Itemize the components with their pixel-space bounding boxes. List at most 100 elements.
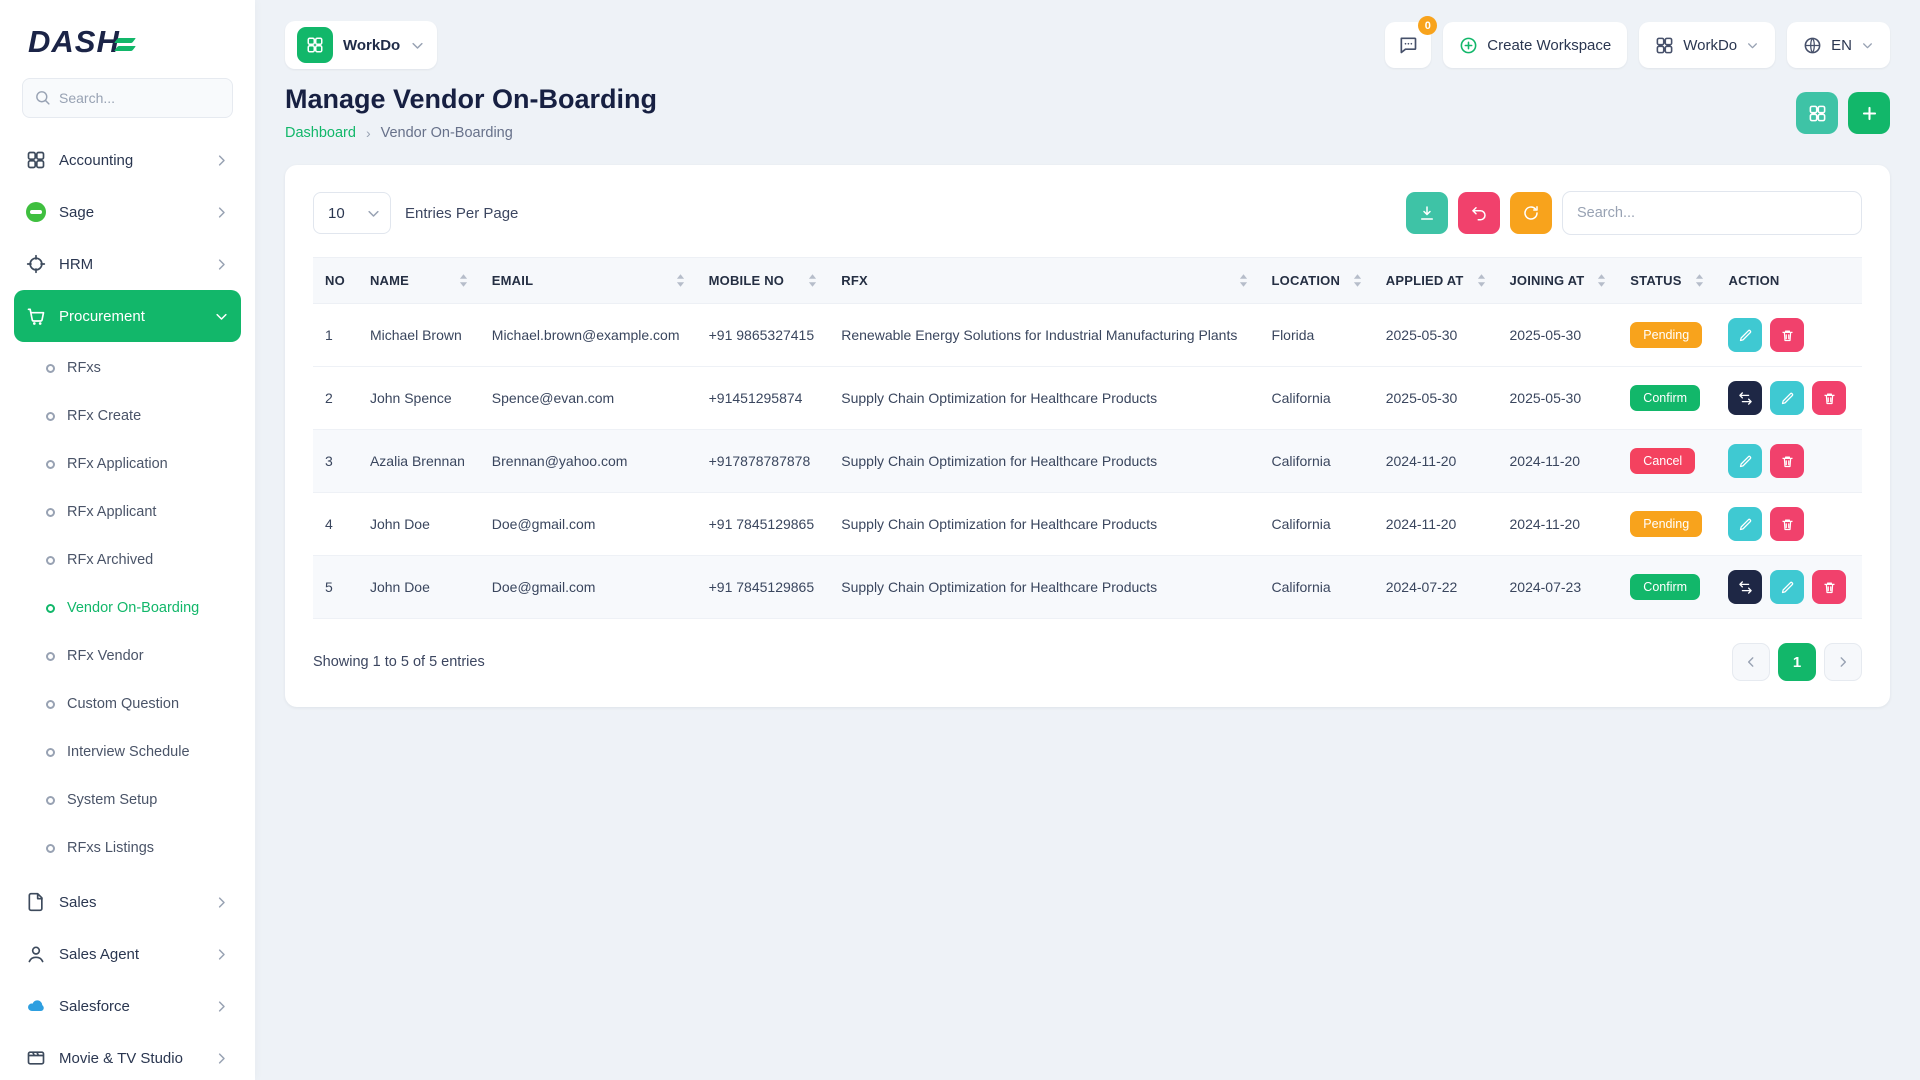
sidebar-subitem-rfxs-listings[interactable]: RFxs Listings <box>14 824 241 872</box>
sort-icon <box>1597 274 1606 287</box>
entries-per-page-label: Entries Per Page <box>405 205 518 222</box>
sidebar-item-movie-tv-studio[interactable]: Movie & TV Studio <box>14 1032 241 1080</box>
breadcrumb-current: Vendor On-Boarding <box>381 125 513 141</box>
column-header-name[interactable]: NAME <box>358 258 480 304</box>
sidebar-search-input[interactable] <box>22 78 233 118</box>
language-dropdown[interactable]: EN <box>1787 22 1890 68</box>
cell-location: California <box>1260 430 1374 493</box>
sidebar-item-salesforce[interactable]: Salesforce <box>14 980 241 1032</box>
delete-button[interactable] <box>1812 570 1846 604</box>
table-search-input[interactable] <box>1562 191 1862 235</box>
reset-button[interactable] <box>1458 192 1500 234</box>
delete-button[interactable] <box>1812 381 1846 415</box>
circle-icon <box>46 796 55 805</box>
sidebar-item-sales-agent[interactable]: Sales Agent <box>14 928 241 980</box>
salesforce-cloud-icon <box>26 996 46 1016</box>
sidebar-item-label: Movie & TV Studio <box>59 1050 201 1067</box>
swap-status-button[interactable] <box>1728 570 1762 604</box>
sidebar-item-label: Sage <box>59 204 201 221</box>
sidebar-subitem-rfxs[interactable]: RFxs <box>14 344 241 392</box>
sidebar: DASH Accounting Sage HRM Procurement RFx… <box>0 0 255 1080</box>
top-header: WorkDo 0 Create Workspace WorkDo EN <box>285 16 1890 74</box>
undo-icon <box>1470 204 1488 222</box>
column-header-applied-at[interactable]: APPLIED AT <box>1374 258 1498 304</box>
sidebar-item-label: Salesforce <box>59 998 201 1015</box>
pencil-icon <box>1738 328 1753 343</box>
chevron-left-icon <box>1744 655 1758 669</box>
cell-email: Doe@gmail.com <box>480 556 697 619</box>
edit-button[interactable] <box>1770 570 1804 604</box>
sidebar-item-label: HRM <box>59 256 201 273</box>
edit-button[interactable] <box>1728 444 1762 478</box>
apps-dropdown[interactable]: WorkDo <box>1639 22 1775 68</box>
column-header-rfx[interactable]: RFX <box>829 258 1259 304</box>
sidebar-item-sage[interactable]: Sage <box>14 186 241 238</box>
add-vendor-button[interactable] <box>1848 92 1890 134</box>
cell-email: Spence@evan.com <box>480 367 697 430</box>
workspace-selector[interactable]: WorkDo <box>285 21 437 69</box>
breadcrumb-dashboard-link[interactable]: Dashboard <box>285 125 356 141</box>
column-label: STATUS <box>1630 273 1681 288</box>
sidebar-subitem-custom-question[interactable]: Custom Question <box>14 680 241 728</box>
column-header-no[interactable]: NO <box>313 258 358 304</box>
sidebar-item-hrm[interactable]: HRM <box>14 238 241 290</box>
sidebar-item-accounting[interactable]: Accounting <box>14 134 241 186</box>
sidebar-subitem-rfx-applicant[interactable]: RFx Applicant <box>14 488 241 536</box>
sidebar-search <box>22 78 233 118</box>
sidebar-subitem-rfx-vendor[interactable]: RFx Vendor <box>14 632 241 680</box>
edit-button[interactable] <box>1728 507 1762 541</box>
table-footer: Showing 1 to 5 of 5 entries 1 <box>313 643 1862 681</box>
entries-per-page-select[interactable]: 10 <box>313 192 391 234</box>
sidebar-item-procurement[interactable]: Procurement <box>14 290 241 342</box>
sidebar-subitem-interview-schedule[interactable]: Interview Schedule <box>14 728 241 776</box>
column-header-email[interactable]: EMAIL <box>480 258 697 304</box>
table-row: 2 John Spence Spence@evan.com +914512958… <box>313 367 1862 430</box>
column-header-mobile[interactable]: MOBILE NO <box>697 258 830 304</box>
subitem-label: RFx Applicant <box>67 504 156 520</box>
swap-icon <box>1738 580 1753 595</box>
reload-button[interactable] <box>1510 192 1552 234</box>
swap-status-button[interactable] <box>1728 381 1762 415</box>
trash-icon <box>1822 391 1837 406</box>
breadcrumb: Dashboard › Vendor On-Boarding <box>285 125 657 141</box>
export-button[interactable] <box>1406 192 1448 234</box>
subitem-label: RFxs Listings <box>67 840 154 856</box>
cell-applied-at: 2024-11-20 <box>1374 430 1498 493</box>
grid-view-button[interactable] <box>1796 92 1838 134</box>
create-workspace-button[interactable]: Create Workspace <box>1443 22 1627 68</box>
delete-button[interactable] <box>1770 318 1804 352</box>
vendor-table-card: 10 Entries Per Page NO NAME EMAIL MOB <box>285 165 1890 707</box>
cell-applied-at: 2025-05-30 <box>1374 367 1498 430</box>
pencil-icon <box>1738 517 1753 532</box>
header-actions: 0 Create Workspace WorkDo EN <box>1385 22 1890 68</box>
sidebar-subitem-rfx-create[interactable]: RFx Create <box>14 392 241 440</box>
messages-button[interactable]: 0 <box>1385 22 1431 68</box>
sidebar-subitem-system-setup[interactable]: System Setup <box>14 776 241 824</box>
column-header-joining-at[interactable]: JOINING AT <box>1498 258 1619 304</box>
pagination-next-button[interactable] <box>1824 643 1862 681</box>
pagination: 1 <box>1732 643 1862 681</box>
cell-no: 3 <box>313 430 358 493</box>
column-header-status[interactable]: STATUS <box>1618 258 1716 304</box>
edit-button[interactable] <box>1770 381 1804 415</box>
status-badge: Confirm <box>1630 385 1700 411</box>
delete-button[interactable] <box>1770 444 1804 478</box>
column-header-location[interactable]: LOCATION <box>1260 258 1374 304</box>
cell-mobile: +91 9865327415 <box>697 304 830 367</box>
grid-icon <box>1655 36 1674 55</box>
circle-icon <box>46 460 55 469</box>
sidebar-subitem-rfx-archived[interactable]: RFx Archived <box>14 536 241 584</box>
delete-button[interactable] <box>1770 507 1804 541</box>
pagination-prev-button[interactable] <box>1732 643 1770 681</box>
cell-no: 4 <box>313 493 358 556</box>
pagination-page-button[interactable]: 1 <box>1778 643 1816 681</box>
status-badge: Pending <box>1630 322 1702 348</box>
brand-logo[interactable]: DASH <box>0 0 255 78</box>
edit-button[interactable] <box>1728 318 1762 352</box>
sidebar-item-label: Accounting <box>59 152 201 169</box>
sidebar-item-sales[interactable]: Sales <box>14 876 241 928</box>
sidebar-subitem-vendor-on-boarding[interactable]: Vendor On-Boarding <box>14 584 241 632</box>
sidebar-subitem-rfx-application[interactable]: RFx Application <box>14 440 241 488</box>
circle-icon <box>46 508 55 517</box>
cell-mobile: +91 7845129865 <box>697 493 830 556</box>
